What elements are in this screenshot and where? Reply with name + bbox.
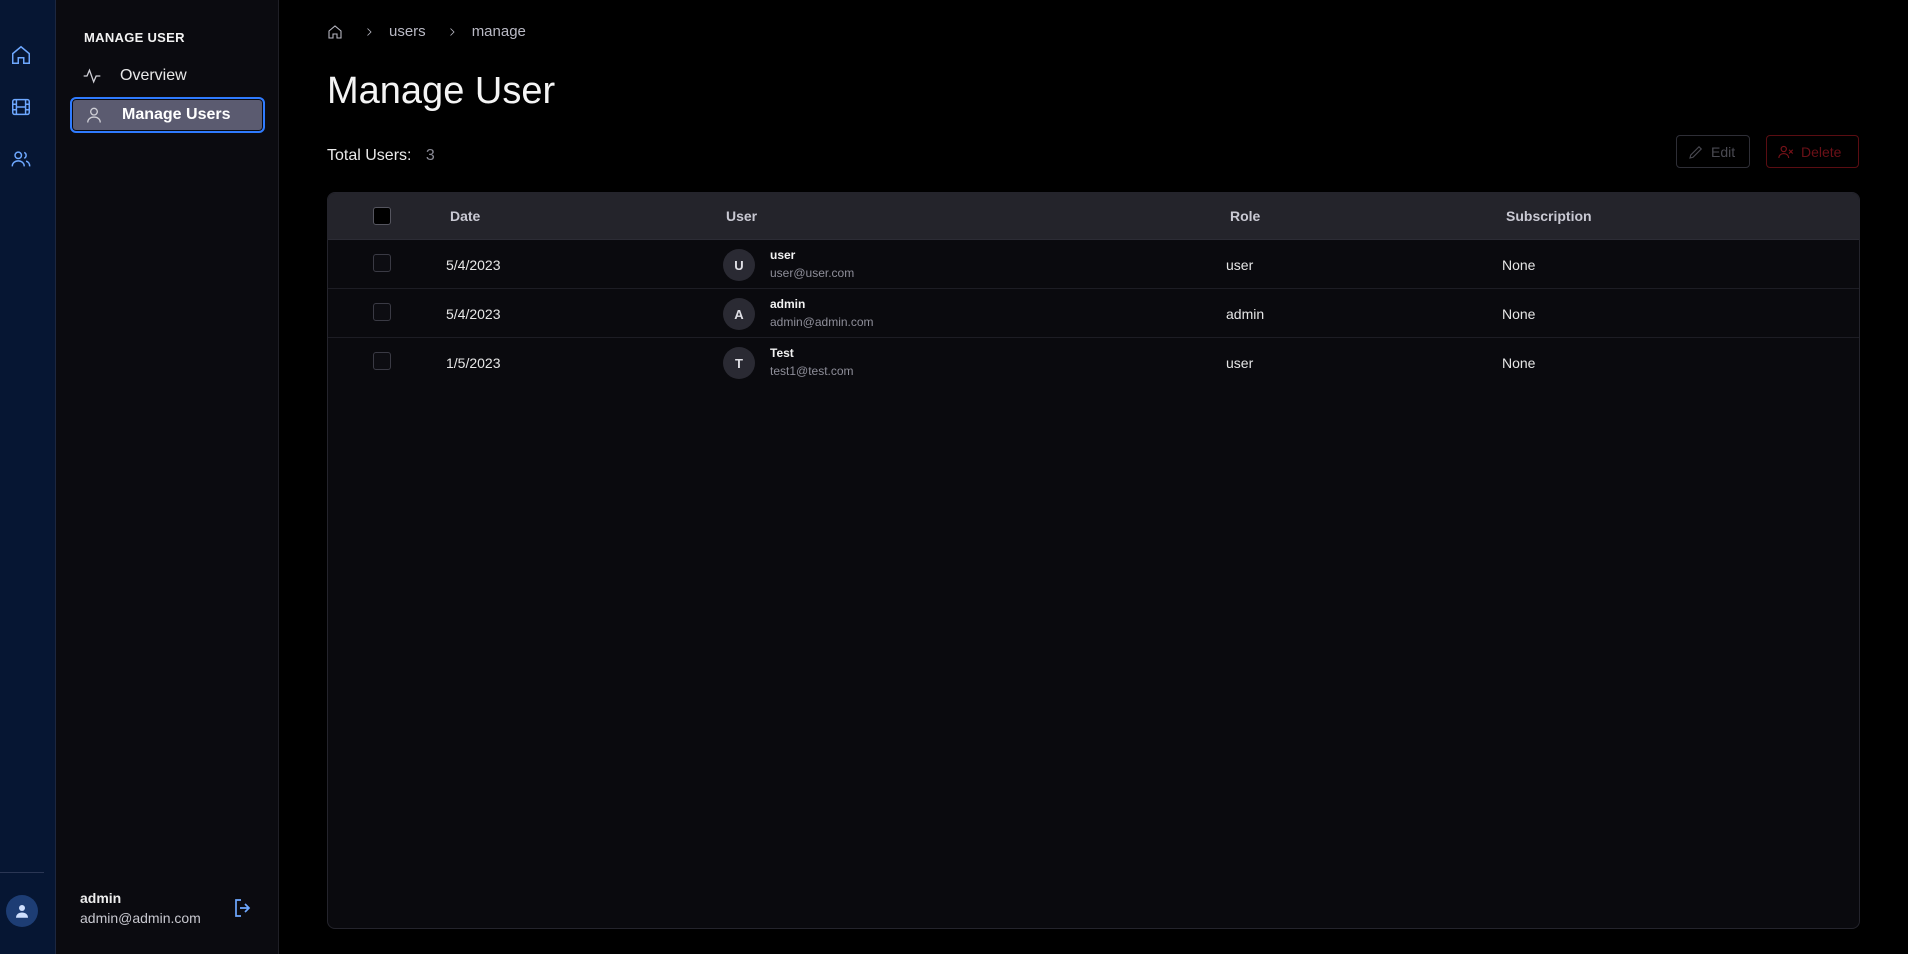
current-user-email: admin@admin.com: [80, 910, 201, 926]
users-table: Date User Role Subscription 5/4/2023 U u…: [327, 192, 1860, 929]
home-icon[interactable]: [8, 42, 34, 68]
row-checkbox[interactable]: [373, 254, 391, 272]
edit-button-label: Edit: [1711, 143, 1736, 160]
row-user-name: user: [770, 248, 796, 262]
sidebar-title: MANAGE USER: [84, 30, 185, 45]
total-users: Total Users: 3: [327, 147, 435, 165]
row-subscription: None: [1502, 355, 1536, 371]
current-user-name: admin: [80, 890, 122, 906]
table-row[interactable]: 5/4/2023 A admin admin@admin.com admin N…: [328, 289, 1859, 338]
row-user-name: Test: [770, 346, 794, 360]
total-users-count: 3: [425, 147, 435, 164]
row-role: admin: [1226, 306, 1265, 322]
row-date: 5/4/2023: [446, 257, 501, 273]
row-user-email: user@user.com: [770, 266, 855, 280]
page-title: Manage User: [327, 70, 556, 112]
row-date: 5/4/2023: [446, 306, 501, 322]
row-checkbox[interactable]: [373, 303, 391, 321]
delete-button[interactable]: Delete: [1766, 135, 1859, 168]
user-remove-icon: [1778, 145, 1794, 158]
breadcrumb-manage[interactable]: manage: [472, 23, 526, 40]
row-user-name: admin: [770, 297, 806, 311]
row-checkbox[interactable]: [373, 352, 391, 370]
chevron-right-icon: [363, 26, 375, 38]
column-header-role[interactable]: Role: [1230, 208, 1260, 224]
delete-button-label: Delete: [1801, 143, 1842, 160]
row-user-email: admin@admin.com: [770, 315, 874, 329]
total-users-label: Total Users:: [327, 147, 412, 164]
chevron-right-icon: [446, 26, 458, 38]
row-subscription: None: [1502, 257, 1536, 273]
column-header-user[interactable]: User: [726, 208, 757, 224]
user-icon: [84, 105, 104, 125]
rail-divider: [0, 872, 44, 873]
film-icon[interactable]: [8, 94, 34, 120]
table-row[interactable]: 1/5/2023 T Test test1@test.com user None: [328, 338, 1859, 387]
main-content: users manage Manage User Total Users: 3 …: [280, 0, 1908, 954]
sidebar-item-overview[interactable]: Overview: [70, 58, 265, 94]
edit-button[interactable]: Edit: [1676, 135, 1750, 168]
breadcrumb: users manage: [327, 23, 526, 40]
pencil-icon: [1689, 145, 1703, 159]
user-avatar: T: [723, 347, 755, 379]
sidebar-item-label: Manage Users: [122, 106, 231, 123]
table-row[interactable]: 5/4/2023 U user user@user.com user None: [328, 240, 1859, 289]
user-avatar: A: [723, 298, 755, 330]
user-avatar: U: [723, 249, 755, 281]
activity-icon: [82, 66, 102, 86]
select-all-checkbox[interactable]: [373, 207, 391, 225]
sidebar: MANAGE USER Overview Manage Users admin …: [56, 0, 279, 954]
row-role: user: [1226, 257, 1254, 273]
home-icon[interactable]: [327, 24, 343, 40]
breadcrumb-users[interactable]: users: [389, 23, 426, 40]
users-icon[interactable]: [8, 146, 34, 172]
app-root: MANAGE USER Overview Manage Users admin …: [0, 0, 1908, 954]
row-user-email: test1@test.com: [770, 364, 854, 378]
column-header-subscription[interactable]: Subscription: [1506, 208, 1592, 224]
avatar[interactable]: [6, 895, 38, 927]
sidebar-item-label: Overview: [120, 67, 187, 84]
column-header-date[interactable]: Date: [450, 208, 480, 224]
user-icon: [16, 905, 28, 918]
row-role: user: [1226, 355, 1254, 371]
row-subscription: None: [1502, 306, 1536, 322]
table-header: Date User Role Subscription: [328, 193, 1859, 240]
logout-button[interactable]: [230, 895, 256, 921]
sidebar-item-manage-users[interactable]: Manage Users: [70, 97, 265, 133]
logout-icon: [235, 899, 251, 917]
icon-rail: [0, 0, 56, 954]
row-date: 1/5/2023: [446, 355, 501, 371]
